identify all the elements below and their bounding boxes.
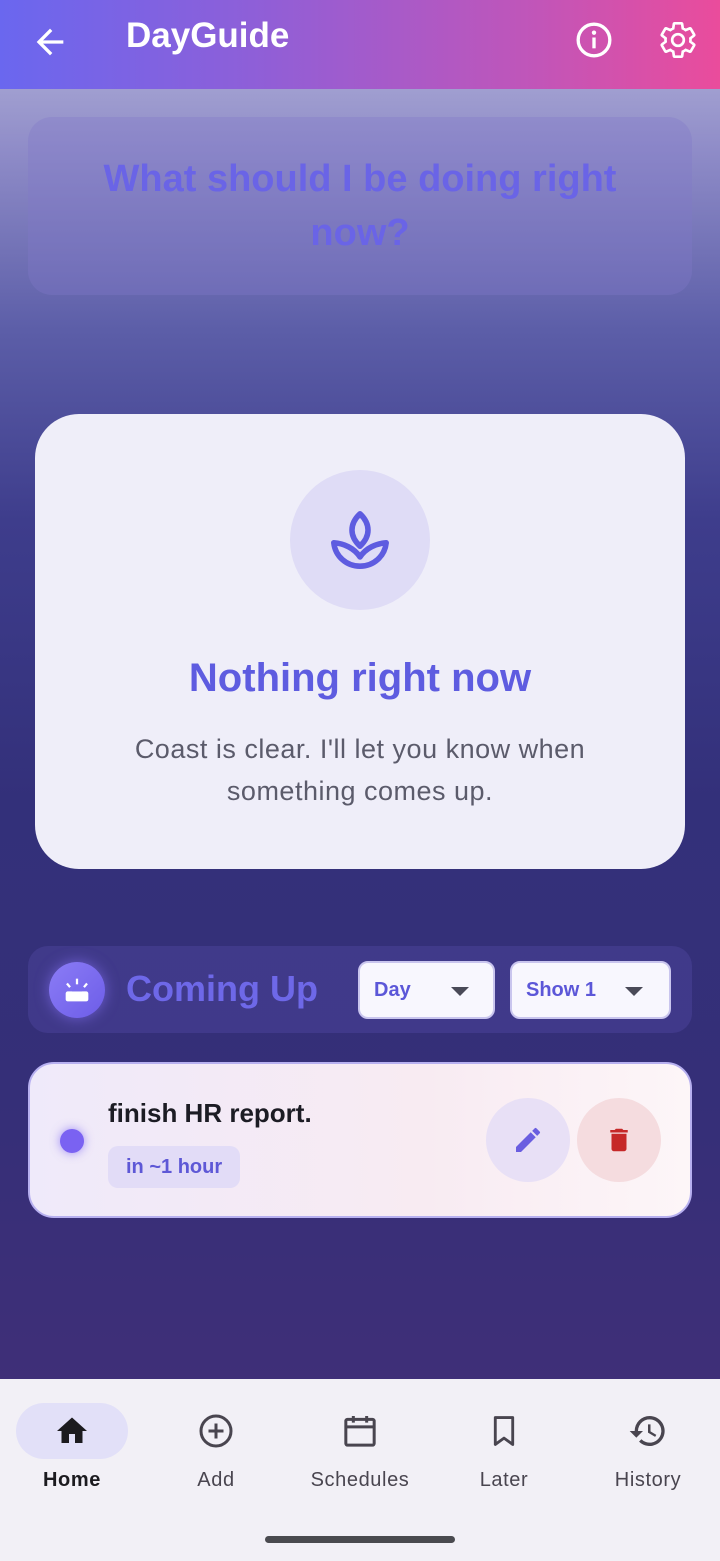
nav-icon-wrap [448, 1403, 560, 1459]
count-select-value: Show 1 [526, 979, 597, 1001]
question-banner: What should I be doing right now? [28, 117, 692, 295]
trash-icon [610, 1128, 628, 1152]
nav-icon-wrap [160, 1403, 272, 1459]
coming-up-header: Coming Up Day Show 1 [28, 946, 692, 1033]
task-eta-chip: in ~1 hour [108, 1146, 241, 1188]
bookmark-icon [493, 1416, 515, 1446]
nav-label-schedules: Schedules [310, 1469, 410, 1491]
gear-icon[interactable] [658, 20, 698, 60]
sunrise-icon [49, 962, 105, 1018]
question-text: What should I be doing right now? [103, 158, 617, 254]
nav-label-history: History [614, 1469, 682, 1491]
pencil-icon [516, 1127, 541, 1152]
task-card[interactable]: finish HR report. in ~1 hour [28, 1062, 692, 1218]
nav-item-add[interactable]: Add [144, 1403, 288, 1503]
chevron-down-icon [451, 987, 469, 996]
add-circle-icon [199, 1414, 233, 1448]
spa-icon [331, 511, 389, 569]
history-icon [629, 1416, 665, 1446]
range-select-value: Day [374, 979, 411, 1001]
spa-icon-circle [290, 470, 430, 610]
calendar-icon [344, 1416, 376, 1447]
info-icon[interactable] [574, 20, 614, 60]
now-heading: Nothing right now [188, 656, 532, 700]
app-title: DayGuide [126, 16, 290, 55]
nav-indicator [16, 1403, 128, 1459]
count-select[interactable]: Show 1 [510, 961, 671, 1019]
chevron-down-icon [625, 987, 643, 996]
bottom-navigation: Home Add Schedules Later History [0, 1379, 720, 1561]
nav-item-home[interactable]: Home [0, 1403, 144, 1503]
nav-item-schedules[interactable]: Schedules [288, 1403, 432, 1503]
back-arrow-icon[interactable] [30, 22, 70, 62]
coming-up-label: Coming Up [126, 968, 318, 1009]
gesture-home-indicator [265, 1536, 455, 1543]
delete-task-button[interactable] [577, 1098, 661, 1182]
nav-label-later: Later [479, 1469, 529, 1491]
current-activity-card: Nothing right now Coast is clear. I'll l… [35, 414, 685, 869]
range-select[interactable]: Day [358, 961, 495, 1019]
home-icon [57, 1417, 87, 1443]
app-bar: DayGuide [0, 0, 720, 89]
nav-label-home: Home [43, 1469, 101, 1491]
nav-item-later[interactable]: Later [432, 1403, 576, 1503]
now-message: Coast is clear. I'll let you know when s… [134, 734, 586, 806]
edit-task-button[interactable] [486, 1098, 570, 1182]
nav-label-add: Add [197, 1469, 235, 1491]
task-status-dot [60, 1129, 84, 1153]
nav-icon-wrap [304, 1403, 416, 1459]
nav-icon-wrap [592, 1403, 704, 1459]
nav-item-history[interactable]: History [576, 1403, 720, 1503]
task-name: finish HR report. [108, 1098, 312, 1128]
